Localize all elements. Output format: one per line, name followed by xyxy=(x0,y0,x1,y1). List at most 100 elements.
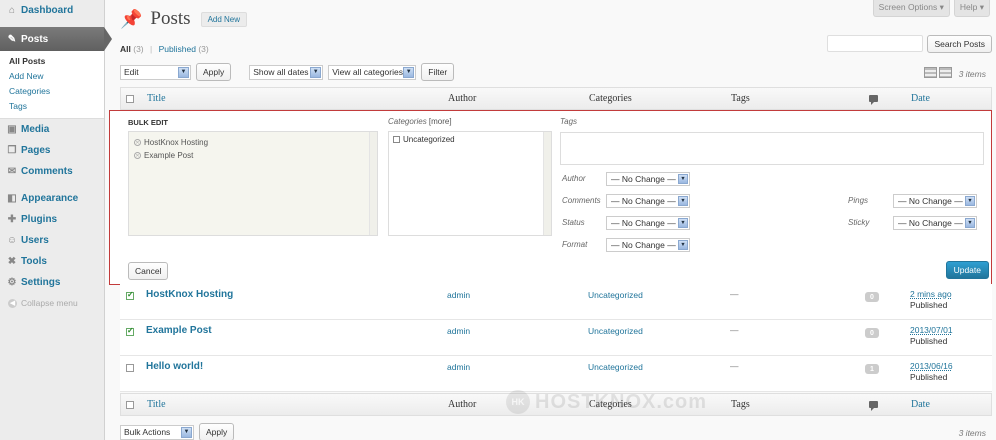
comments-select[interactable]: — No Change — ▼ xyxy=(606,194,690,208)
submenu-all-posts[interactable]: All Posts xyxy=(0,54,104,69)
comments-column-icon[interactable] xyxy=(869,401,878,411)
update-button[interactable]: Update xyxy=(945,261,989,279)
table-row: Hello world! admin Uncategorized — 1 201… xyxy=(120,356,992,392)
post-author-link[interactable]: admin xyxy=(447,290,470,300)
submenu-tags[interactable]: Tags xyxy=(0,99,104,114)
list-view-icon[interactable] xyxy=(924,67,937,78)
search-posts-button[interactable]: Search Posts xyxy=(927,35,992,53)
category-checkbox[interactable] xyxy=(393,136,400,143)
bulk-action-select[interactable]: Edit ▼ xyxy=(120,64,191,80)
apply-button-bottom[interactable]: Apply xyxy=(199,423,235,440)
excerpt-view-icon[interactable] xyxy=(939,67,952,78)
add-new-button[interactable]: Add New xyxy=(200,11,248,27)
posts-pin-icon: 📌 xyxy=(120,8,143,29)
post-date: 2013/06/16 xyxy=(910,361,953,371)
scrollbar[interactable] xyxy=(543,132,551,235)
category-option[interactable]: Uncategorized xyxy=(393,135,547,144)
chevron-down-icon: ▼ xyxy=(678,174,688,184)
row-checkbox[interactable] xyxy=(126,290,134,300)
remove-icon[interactable]: ✕ xyxy=(134,152,141,159)
comments-column-icon[interactable] xyxy=(869,95,878,105)
format-select[interactable]: — No Change — ▼ xyxy=(606,238,690,252)
submenu-add-new[interactable]: Add New xyxy=(0,69,104,84)
post-title-link[interactable]: Example Post xyxy=(146,325,212,336)
hostknox-logo-icon: HK xyxy=(506,390,530,414)
status-select[interactable]: — No Change — ▼ xyxy=(606,216,690,230)
column-tags: Tags xyxy=(731,93,750,104)
menu-settings[interactable]: ⚙ Settings xyxy=(0,272,104,293)
items-count-top: 3 items xyxy=(958,69,986,79)
post-author-link[interactable]: admin xyxy=(447,362,470,372)
table-header: Title Author Categories Tags Date xyxy=(120,87,992,110)
search-input[interactable] xyxy=(827,35,924,52)
author-label: Author xyxy=(562,174,586,183)
filter-button[interactable]: Filter xyxy=(421,63,455,81)
list-item: ✕ HostKnox Hosting xyxy=(134,138,209,147)
chevron-down-icon: ▼ xyxy=(678,196,688,206)
apply-button[interactable]: Apply xyxy=(196,63,232,81)
row-checkbox[interactable] xyxy=(126,326,134,336)
post-title-link[interactable]: HostKnox Hosting xyxy=(146,289,233,300)
menu-appearance[interactable]: ◧ Appearance xyxy=(0,188,104,209)
pings-select[interactable]: — No Change — ▼ xyxy=(893,194,977,208)
plugins-icon: ✚ xyxy=(7,214,17,225)
submenu-categories[interactable]: Categories xyxy=(0,84,104,99)
filter-all[interactable]: All xyxy=(120,44,131,54)
menu-posts[interactable]: ✎ Posts xyxy=(0,27,112,51)
comment-count-bubble[interactable]: 0 xyxy=(865,328,879,338)
sticky-label: Sticky xyxy=(848,218,870,227)
post-author-link[interactable]: admin xyxy=(447,326,470,336)
list-item: ✕ Example Post xyxy=(134,151,194,160)
filter-published[interactable]: Published xyxy=(159,44,196,54)
bulk-titles-list: ✕ HostKnox Hosting ✕ Example Post xyxy=(128,131,378,236)
dates-select[interactable]: Show all dates ▼ xyxy=(249,64,324,80)
status-label: Status xyxy=(562,218,585,227)
status-filter-links: All (3) | Published (3) xyxy=(120,44,209,54)
column-date[interactable]: Date xyxy=(911,399,930,410)
pin-icon: ✎ xyxy=(7,33,17,45)
admin-sidebar: ⌂ Dashboard ✎ Posts All Posts Add New Cate… xyxy=(0,0,112,440)
chevron-down-icon: ▼ xyxy=(178,66,189,78)
more-categories-link[interactable]: [more] xyxy=(429,117,452,126)
post-category-link[interactable]: Uncategorized xyxy=(588,290,643,300)
tools-icon: ✖ xyxy=(7,256,17,267)
bulk-actions-select[interactable]: Bulk Actions ▼ xyxy=(120,424,194,440)
scrollbar[interactable] xyxy=(369,132,377,235)
menu-comments[interactable]: ✉ Comments xyxy=(0,161,104,182)
help-button[interactable]: Help ▾ xyxy=(953,0,990,17)
post-date: 2 mins ago xyxy=(910,289,952,299)
screen-options-button[interactable]: Screen Options ▾ xyxy=(872,0,950,17)
filter-all-count: (3) xyxy=(133,44,144,54)
menu-users[interactable]: ☺ Users xyxy=(0,230,104,251)
post-status: Published xyxy=(910,300,948,310)
comment-count-bubble[interactable]: 0 xyxy=(865,292,879,302)
menu-plugins[interactable]: ✚ Plugins xyxy=(0,209,104,230)
row-checkbox[interactable] xyxy=(126,364,134,372)
menu-tools[interactable]: ✖ Tools xyxy=(0,251,104,272)
author-select[interactable]: — No Change — ▼ xyxy=(606,172,690,186)
column-title[interactable]: Title xyxy=(147,93,166,104)
categories-select[interactable]: View all categories ▼ xyxy=(328,64,417,80)
sticky-select[interactable]: — No Change — ▼ xyxy=(893,216,977,230)
cancel-button[interactable]: Cancel xyxy=(128,262,169,280)
post-category-link[interactable]: Uncategorized xyxy=(588,362,643,372)
post-category-link[interactable]: Uncategorized xyxy=(588,326,643,336)
post-title-link[interactable]: Hello world! xyxy=(146,361,203,372)
remove-icon[interactable]: ✕ xyxy=(134,139,141,146)
column-tags: Tags xyxy=(731,399,750,410)
column-title[interactable]: Title xyxy=(147,399,166,410)
users-icon: ☺ xyxy=(6,235,18,246)
column-date[interactable]: Date xyxy=(911,93,930,104)
table-row: Example Post admin Uncategorized — 0 201… xyxy=(120,320,992,356)
select-all-checkbox[interactable] xyxy=(126,95,134,103)
menu-pages[interactable]: ❐ Pages xyxy=(0,140,104,161)
menu-media[interactable]: ▣ Media xyxy=(0,119,104,140)
menu-dashboard[interactable]: ⌂ Dashboard xyxy=(0,0,104,21)
comment-count-bubble[interactable]: 1 xyxy=(865,364,879,374)
chevron-down-icon: ▼ xyxy=(678,240,688,250)
filter-separator: | xyxy=(150,44,153,54)
tags-textarea[interactable] xyxy=(560,132,984,165)
collapse-menu[interactable]: ◀ Collapse menu xyxy=(0,293,104,313)
select-all-checkbox[interactable] xyxy=(126,401,134,409)
post-date: 2013/07/01 xyxy=(910,325,953,335)
